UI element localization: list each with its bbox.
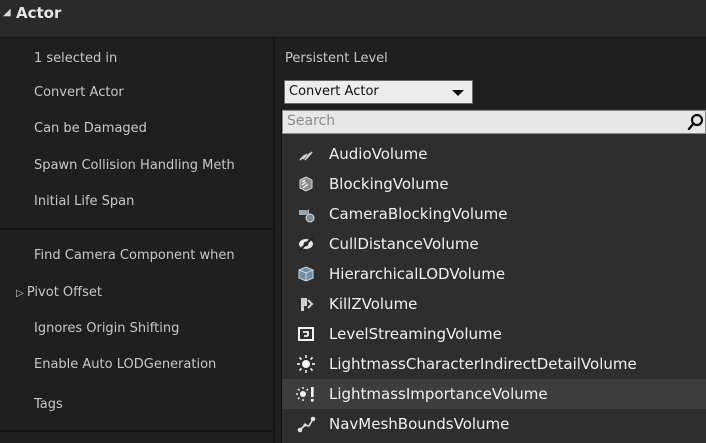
dropdown-item-lightmass-character-volume[interactable]: LightmassCharacterIndirectDetailVolume (282, 349, 706, 379)
section-title: Actor (16, 4, 62, 22)
chevron-down-icon (452, 90, 464, 96)
triangle-down-icon[interactable]: ◢ (3, 8, 13, 18)
blocking-volume-icon (299, 176, 313, 192)
audio-volume-icon (299, 151, 313, 161)
item-label: LevelStreamingVolume (329, 325, 502, 343)
row-spawn-collision: Spawn Collision Handling Meth (34, 158, 235, 173)
dropdown-item-killz-volume[interactable]: KillZVolume (282, 289, 706, 319)
row-ignores-origin-shifting: Ignores Origin Shifting (34, 321, 180, 336)
search-placeholder: Search (287, 113, 336, 129)
item-label: AudioVolume (329, 145, 428, 163)
cull-distance-volume-icon (298, 236, 314, 252)
search-input[interactable]: Search (282, 110, 706, 134)
dropdown-item-cull-distance-volume[interactable]: CullDistanceVolume (282, 229, 706, 259)
item-label: KillZVolume (329, 295, 418, 313)
row-can-be-damaged: Can be Damaged (34, 121, 147, 136)
section-separator (0, 228, 274, 230)
dropdown-item-lightmass-importance-volume[interactable]: LightmassImportanceVolume (282, 379, 706, 409)
row-initial-life-span: Initial Life Span (34, 194, 135, 209)
lightmass-importance-volume-icon (296, 387, 314, 402)
row-find-camera-component: Find Camera Component when (34, 248, 235, 263)
triangle-right-icon[interactable]: ▷ (16, 288, 27, 299)
persistent-level-value: Persistent Level (285, 51, 388, 66)
convert-actor-combo-label: Convert Actor (289, 84, 379, 99)
dropdown-item-level-streaming-volume[interactable]: LevelStreamingVolume (282, 319, 706, 349)
row-pivot-offset[interactable]: ▷ Pivot Offset (16, 285, 274, 300)
item-label: HierarchicalLODVolume (329, 265, 506, 283)
search-icon[interactable] (687, 113, 705, 131)
navmesh-bounds-volume-icon (297, 416, 316, 433)
item-label: CameraBlockingVolume (329, 205, 508, 223)
row-selected-in: 1 selected in (34, 51, 118, 66)
dropdown-item-hierarchical-lod-volume[interactable]: HierarchicalLODVolume (282, 259, 706, 289)
camera-blocking-volume-icon (299, 209, 315, 223)
item-label: BlockingVolume (329, 175, 449, 193)
item-label: LightmassImportanceVolume (329, 385, 548, 403)
item-label: LightmassCharacterIndirectDetailVolume (329, 355, 637, 373)
row-enable-auto-lod: Enable Auto LODGeneration (34, 357, 217, 372)
convert-actor-combo[interactable]: Convert Actor (284, 80, 473, 104)
actor-section-header[interactable]: ◢ Actor (0, 0, 706, 38)
row-convert-actor: Convert Actor (34, 85, 124, 100)
dropdown-item-camera-blocking-volume[interactable]: CameraBlockingVolume (282, 199, 706, 229)
dropdown-item-audio-volume[interactable]: AudioVolume (282, 139, 706, 169)
row-tags: Tags (34, 397, 63, 412)
row-pivot-offset-label: Pivot Offset (26, 285, 102, 300)
section-separator-bottom (0, 430, 274, 432)
hierarchical-lod-volume-icon (298, 266, 314, 282)
item-label: NavMeshBoundsVolume (329, 415, 510, 433)
level-streaming-volume-icon (298, 327, 314, 341)
dropdown-item-navmesh-bounds-volume[interactable]: NavMeshBoundsVolume (282, 409, 706, 439)
lightmass-character-volume-icon (297, 355, 315, 373)
item-label: CullDistanceVolume (329, 235, 479, 253)
dropdown-item-blocking-volume[interactable]: BlockingVolume (282, 169, 706, 199)
killz-volume-icon (301, 298, 314, 311)
